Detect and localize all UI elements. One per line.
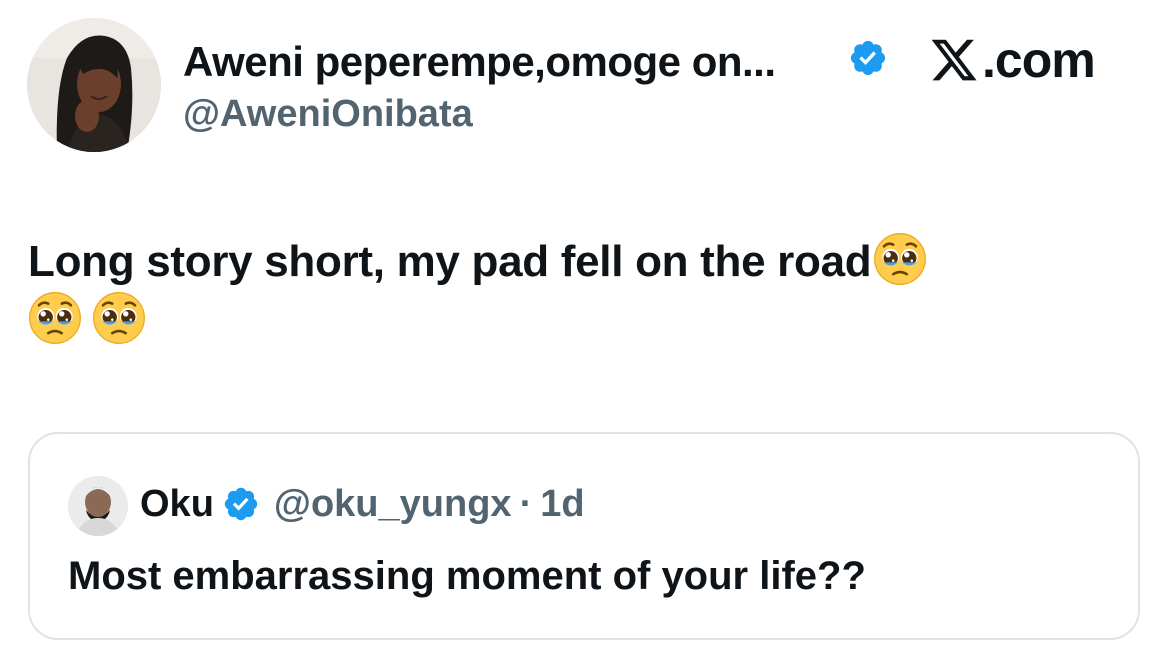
pleading-face-emoji-icon	[873, 232, 927, 286]
x-logo-icon	[931, 39, 977, 81]
quoted-post-text: Most embarrassing moment of your life??	[68, 554, 866, 598]
verified-badge-icon	[222, 485, 260, 523]
quoted-post-card[interactable]: Oku @oku_yungx · 1d Most embarrassing mo…	[28, 432, 1140, 640]
post-text: Long story short, my pad fell on the roa…	[28, 232, 1128, 350]
pleading-face-emoji-icon	[28, 291, 82, 345]
brand-logo: .com	[928, 32, 1096, 88]
quoted-display-name[interactable]: Oku	[140, 483, 214, 526]
brand-domain: .com	[982, 32, 1096, 88]
quoted-timestamp[interactable]: 1d	[540, 483, 584, 526]
author-avatar[interactable]	[27, 18, 161, 152]
quoted-handle[interactable]: @oku_yungx	[274, 483, 512, 526]
verified-badge-icon	[848, 38, 888, 78]
post-text-body: Long story short, my pad fell on the roa…	[28, 237, 872, 286]
quoted-author-avatar[interactable]	[68, 476, 128, 536]
author-display-name[interactable]: Aweni peperempe,omoge on...	[183, 38, 776, 86]
quoted-post-header: Oku @oku_yungx · 1d	[140, 480, 585, 528]
separator-dot: ·	[519, 482, 533, 525]
pleading-face-emoji-icon	[92, 291, 146, 345]
author-handle[interactable]: @AweniOnibata	[183, 92, 473, 136]
